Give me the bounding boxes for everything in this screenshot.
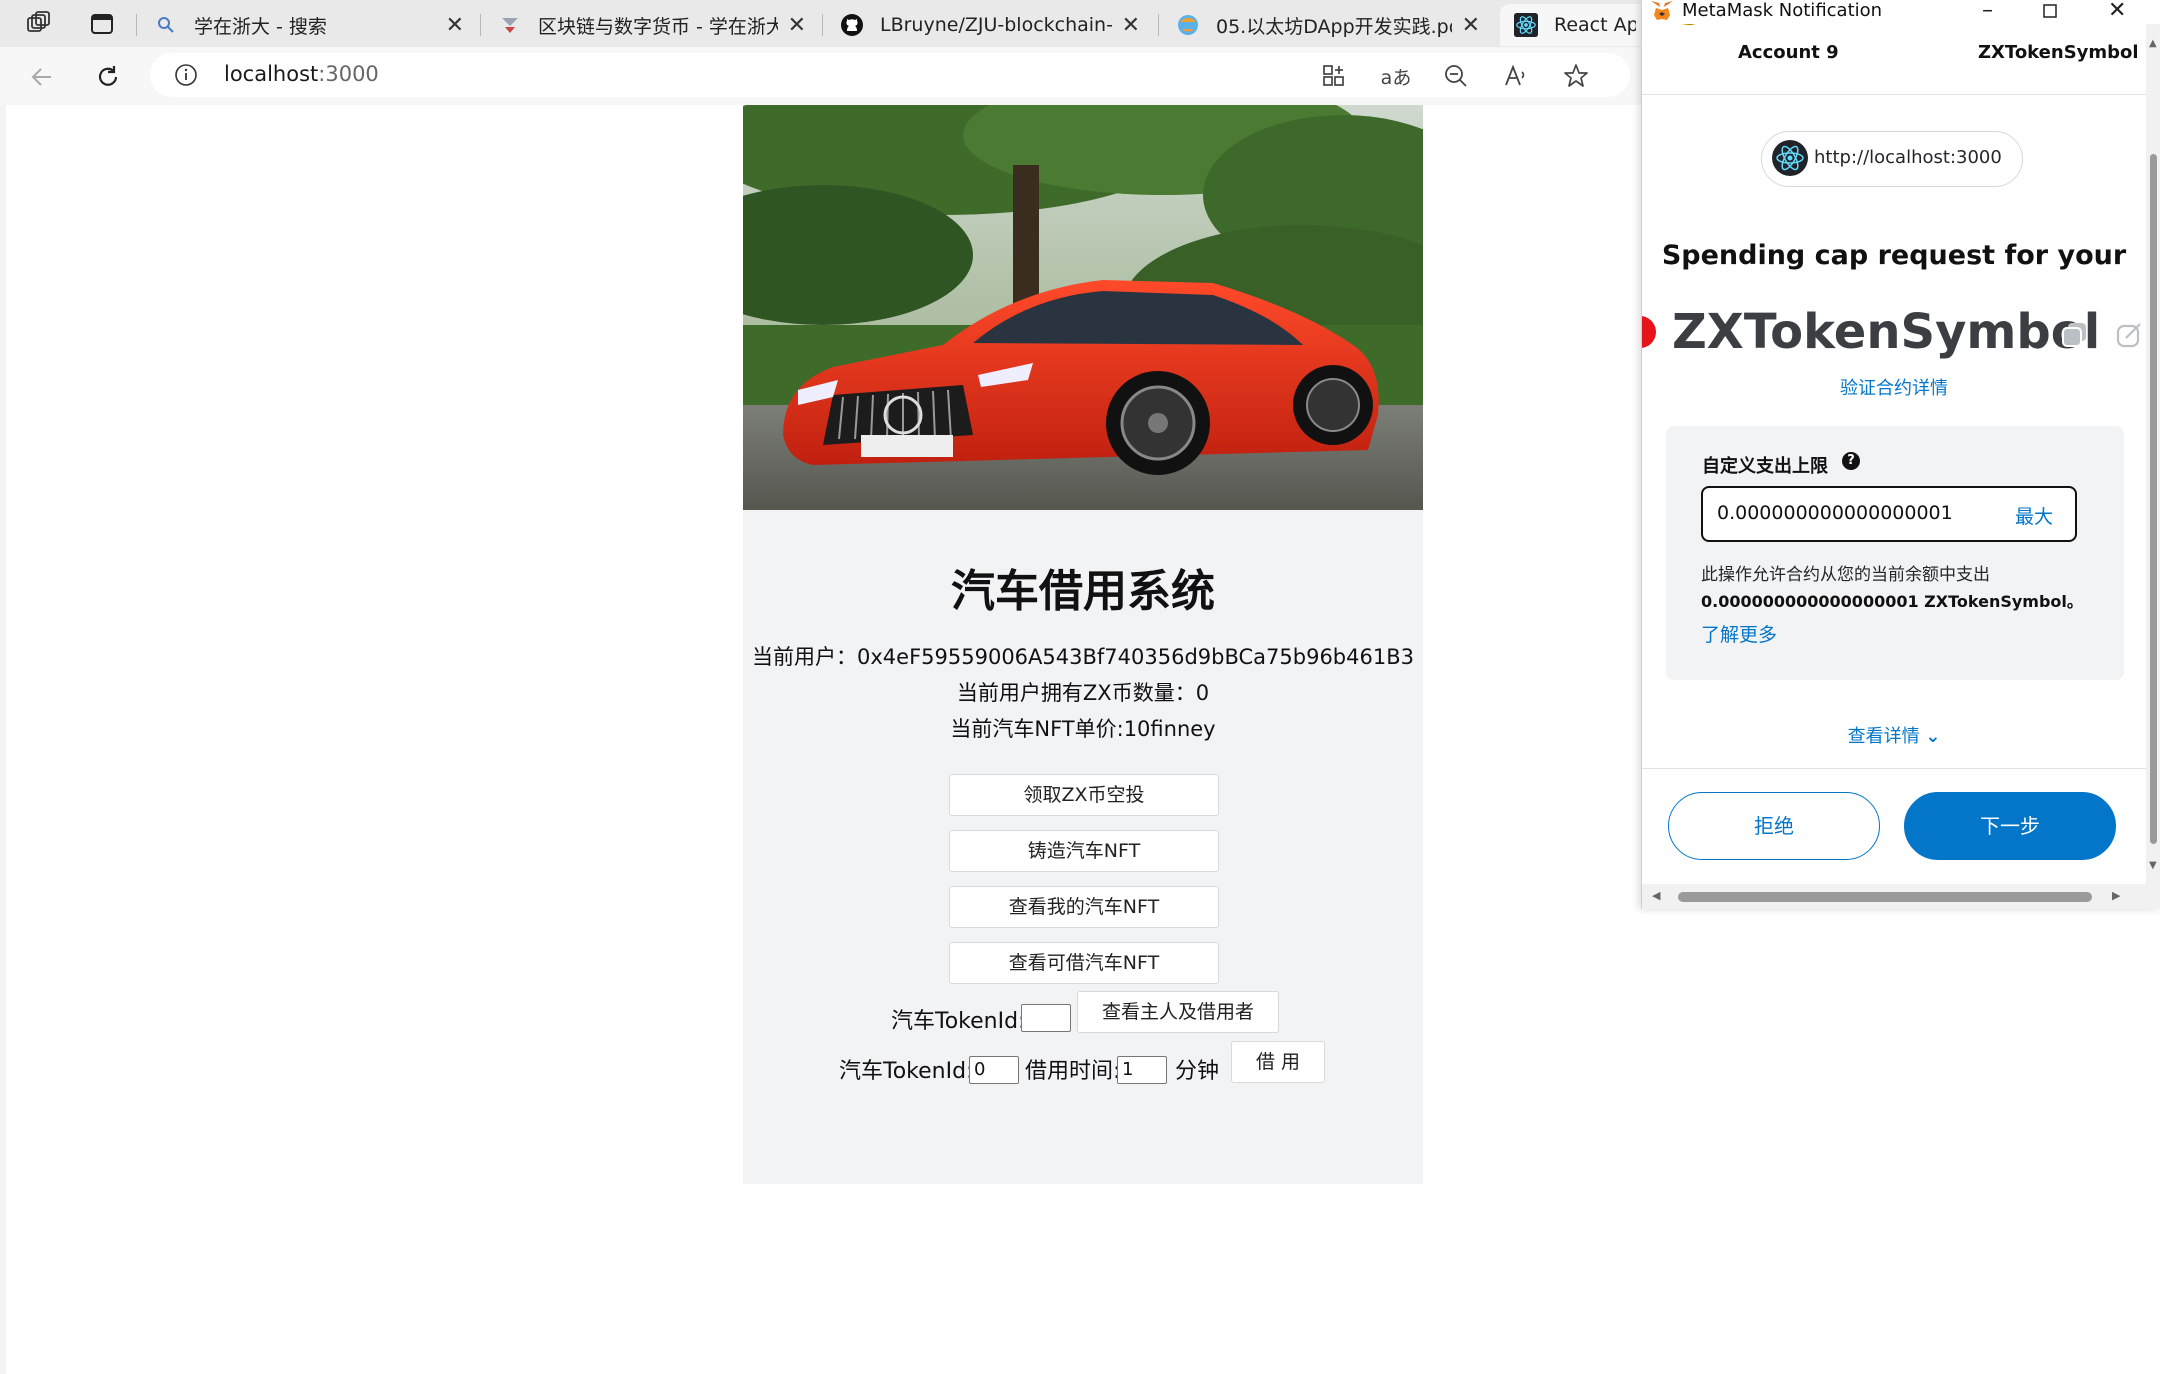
metamask-fox-icon	[1650, 0, 1674, 26]
minimize-icon[interactable]: –	[1982, 0, 1993, 23]
zx-balance: 当前用户拥有ZX币数量：0	[956, 681, 1210, 705]
metamask-notification-window: MetaMask Notification – ✕ Account 9 ZXTo…	[1641, 0, 2160, 909]
read-aloud-icon[interactable]	[1500, 60, 1532, 92]
borrow-button[interactable]: 借 用	[1231, 1041, 1325, 1083]
cap-amount-summary: 0.000000000000000001 ZXTokenSymbol。	[1701, 592, 2083, 611]
chevron-down-icon: ⌄	[1925, 726, 1941, 747]
verify-contract-link[interactable]: 验证合约详情	[1642, 374, 2146, 400]
mint-nft-button[interactable]: 铸造汽车NFT	[949, 830, 1219, 872]
account-name[interactable]: Account 9	[1738, 42, 1839, 63]
scrollbar-thumb[interactable]	[2150, 154, 2157, 844]
tab-title: 区块链与数字货币 - 学在浙大	[538, 15, 778, 38]
tab-title: 学在浙大 - 搜索	[194, 15, 327, 38]
translate-icon[interactable]: aあ	[1380, 60, 1412, 92]
borrow-token-id-label: 汽车TokenId:	[839, 1059, 974, 1084]
nft-price: 当前汽车NFT单价:10finney	[950, 717, 1216, 741]
cap-description: 此操作允许合约从您的当前余额中支出	[1701, 565, 1990, 585]
custom-cap-label: 自定义支出上限	[1702, 456, 1828, 477]
metamask-content: Account 9 ZXTokenSymbol http://localhost…	[1642, 24, 2148, 884]
borrow-time-label: 借用时间:	[1025, 1059, 1121, 1084]
scrollbar-thumb[interactable]	[1678, 892, 2092, 902]
tab-pdf[interactable]: 05.以太坊DApp开发实践.pdf ✕	[1162, 4, 1494, 46]
zju-icon	[498, 13, 522, 37]
car-borrow-app: 汽车借用系统 当前用户：0x4eF59559006A543Bf740356d9b…	[743, 105, 1423, 1184]
copy-icon[interactable]	[2060, 320, 2090, 354]
zoom-out-icon[interactable]	[1440, 60, 1472, 92]
current-user-address: 当前用户：0x4eF59559006A543Bf740356d9bBCa75b9…	[752, 645, 1414, 669]
max-button[interactable]: 最大	[2015, 502, 2053, 529]
github-icon	[840, 13, 864, 37]
help-icon[interactable]: ?	[1842, 452, 1860, 470]
close-icon[interactable]: ✕	[1122, 13, 1140, 38]
spending-cap-panel: 自定义支出上限 ? 0.000000000000000001 最大 此操作允许合…	[1666, 426, 2124, 680]
tab-title: 05.以太坊DApp开发实践.pdf	[1216, 15, 1452, 38]
metamask-titlebar: MetaMask Notification – ✕	[1642, 0, 2160, 24]
token-id-input[interactable]	[1021, 1004, 1071, 1032]
react-site-icon	[1772, 140, 1808, 180]
borrow-time-input[interactable]: 1	[1117, 1056, 1167, 1084]
spending-cap-input[interactable]: 0.000000000000000001 最大	[1701, 486, 2077, 542]
search-icon	[154, 13, 178, 37]
token-id-label: 汽车TokenId:	[891, 1009, 1026, 1034]
vertical-scrollbar[interactable]: ▲ ▼	[2146, 24, 2160, 884]
token-symbol-header: ZXTokenSymbol	[1978, 42, 2139, 63]
close-icon[interactable]: ✕	[788, 13, 806, 38]
tab-github[interactable]: LBruyne/ZJU-blockchain-cours ✕	[826, 4, 1154, 46]
window-title: MetaMask Notification	[1682, 0, 1883, 21]
account-avatar	[1664, 24, 1714, 52]
pdf-icon	[1176, 13, 1200, 37]
vertical-tabs-icon[interactable]	[84, 8, 120, 40]
page-title: 汽车借用系统	[951, 566, 1215, 617]
borrow-row: 汽车TokenId: 0 借用时间: 1 分钟 借 用	[743, 1041, 1423, 1085]
tab-zju-course[interactable]: 区块链与数字货币 - 学在浙大 ✕	[484, 4, 820, 46]
spending-cap-title: Spending cap request for your	[1661, 240, 2127, 271]
app-available-icon[interactable]	[1318, 60, 1350, 92]
borrow-token-id-input[interactable]: 0	[969, 1056, 1019, 1084]
owner-query-row: 汽车TokenId: 查看主人及借用者	[743, 991, 1423, 1035]
cap-value: 0.000000000000000001	[1717, 502, 1953, 524]
close-icon[interactable]: ✕	[1462, 13, 1480, 38]
refresh-icon[interactable]	[90, 59, 126, 95]
close-icon[interactable]: ✕	[446, 13, 464, 38]
token-icon	[1642, 314, 1658, 354]
reject-button[interactable]: 拒绝	[1668, 792, 1880, 860]
view-details-link[interactable]: 查看详情 ⌄	[1642, 722, 2146, 748]
horizontal-scrollbar[interactable]: ◀ ▶	[1642, 884, 2160, 909]
favorite-star-icon[interactable]	[1560, 60, 1592, 92]
footer-divider	[1642, 768, 2146, 769]
car-image	[743, 105, 1423, 510]
close-window-icon[interactable]: ✕	[2108, 0, 2126, 23]
maximize-icon[interactable]	[2042, 0, 2058, 25]
claim-airdrop-button[interactable]: 领取ZX币空投	[949, 774, 1219, 816]
react-icon	[1514, 13, 1538, 37]
origin-pill: http://localhost:3000	[1761, 131, 2023, 187]
next-button[interactable]: 下一步	[1904, 792, 2116, 860]
view-my-nft-button[interactable]: 查看我的汽车NFT	[949, 886, 1219, 928]
tab-title: LBruyne/ZJU-blockchain-cours	[880, 14, 1112, 36]
info-icon[interactable]	[174, 63, 198, 91]
view-owner-borrower-button[interactable]: 查看主人及借用者	[1077, 991, 1279, 1033]
back-arrow-icon[interactable]	[24, 59, 60, 95]
tab-react-app[interactable]: React App	[1500, 4, 1650, 46]
explorer-link-icon[interactable]	[2114, 320, 2144, 354]
url-text: localhost:3000	[224, 62, 379, 86]
workspaces-icon[interactable]	[20, 8, 56, 40]
minutes-unit-label: 分钟	[1175, 1059, 1220, 1084]
view-available-nft-button[interactable]: 查看可借汽车NFT	[949, 942, 1219, 984]
tab-search[interactable]: 学在浙大 - 搜索 ✕	[140, 4, 478, 46]
tab-title: React App	[1554, 14, 1636, 36]
token-name: ZXTokenSymbol	[1672, 304, 2101, 360]
header-divider	[1642, 94, 2146, 95]
origin-url: http://localhost:3000	[1814, 147, 2002, 168]
learn-more-link[interactable]: 了解更多	[1701, 620, 1777, 647]
